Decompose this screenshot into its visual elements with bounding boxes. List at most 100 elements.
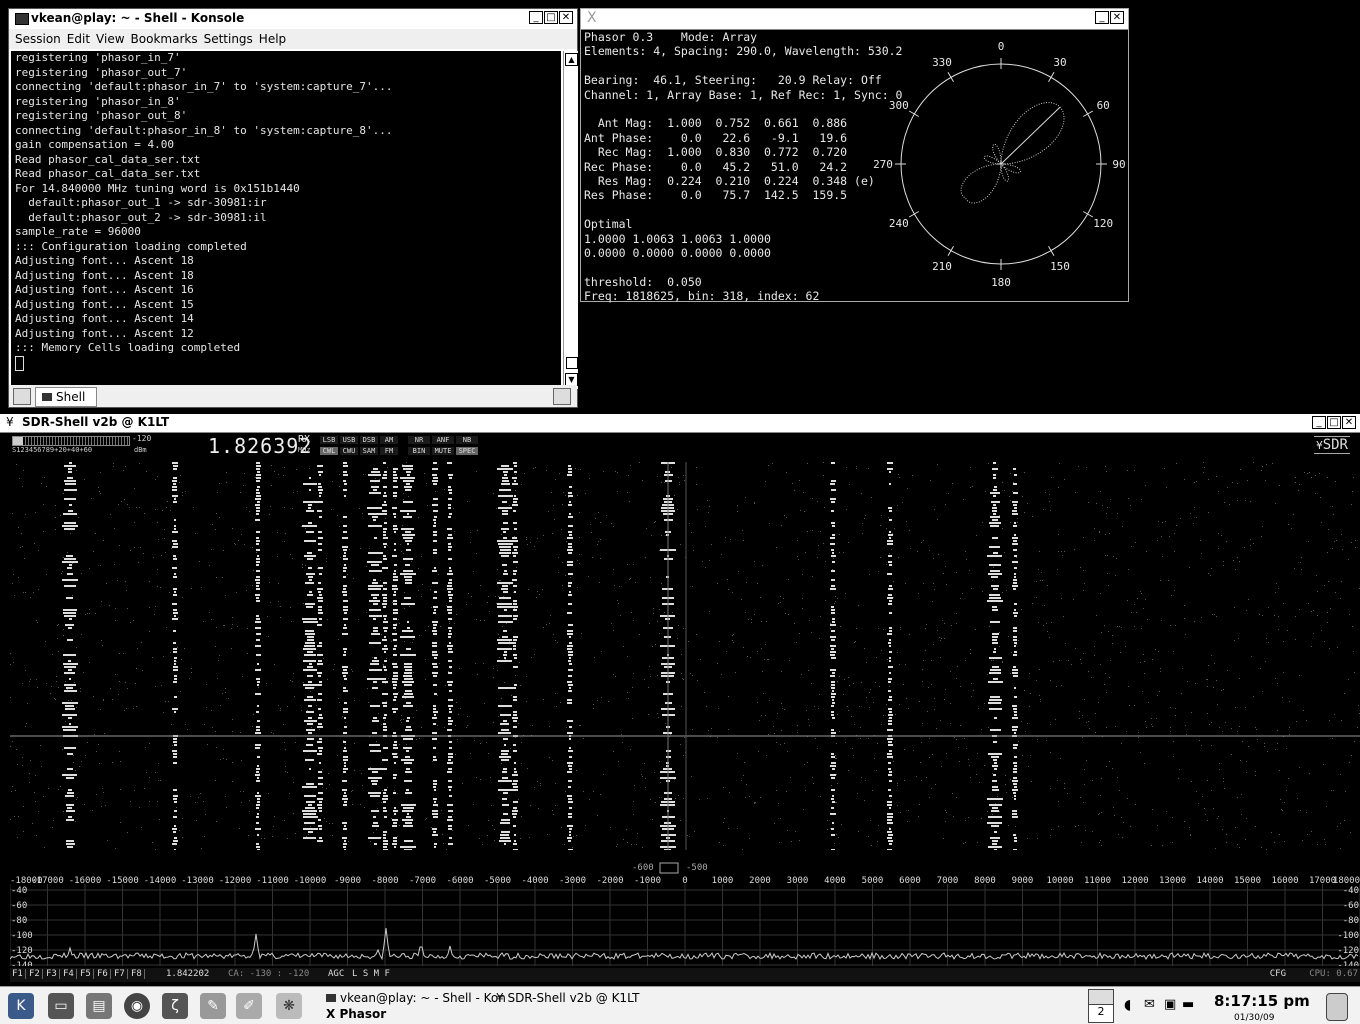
- volume-icon[interactable]: ◖: [1124, 997, 1131, 1013]
- waterfall-signal: [172, 750, 177, 752]
- mode-button-sam[interactable]: SAM: [360, 447, 378, 455]
- terminal-scrollbar[interactable]: ▲ ▼: [563, 51, 578, 389]
- waterfall-noise: [377, 808, 378, 809]
- terminal-icon[interactable]: ▭: [48, 993, 74, 1019]
- waterfall-noise: [1325, 844, 1326, 845]
- mode-button-nb[interactable]: NB: [456, 436, 478, 444]
- waterfall-signal: [406, 726, 411, 728]
- clock-time[interactable]: 8:17:15 pm: [1214, 992, 1310, 1010]
- minimize-button[interactable]: _: [1095, 11, 1109, 24]
- waterfall-noise: [1084, 784, 1085, 785]
- mode-button-usb[interactable]: USB: [340, 436, 358, 444]
- waterfall-noise: [13, 662, 14, 663]
- waterfall-noise: [515, 474, 516, 475]
- minimize-button[interactable]: _: [1312, 416, 1326, 429]
- waterfall-noise: [807, 463, 808, 464]
- menu-help[interactable]: Help: [259, 32, 286, 46]
- function-key-f8[interactable]: F8: [131, 969, 145, 979]
- terminal-output[interactable]: registering 'phasor_in_7' registering 'ph…: [11, 51, 561, 389]
- waterfall-noise: [384, 720, 385, 721]
- tab-shell[interactable]: Shell: [35, 387, 97, 407]
- function-key-f4[interactable]: F4: [63, 969, 77, 979]
- mode-button-cwl[interactable]: CWL: [320, 447, 338, 455]
- tray-apps-icon[interactable]: ❋: [276, 993, 302, 1019]
- minimize-button[interactable]: _: [529, 11, 543, 24]
- waterfall-signal: [500, 549, 511, 551]
- kate-icon[interactable]: ζ: [162, 993, 188, 1019]
- waterfall-noise: [784, 515, 785, 516]
- trash-icon[interactable]: [1326, 993, 1348, 1021]
- waterfall-signal: [1012, 813, 1017, 815]
- printer-icon[interactable]: ▬: [1182, 997, 1194, 1012]
- mode-button-mute[interactable]: MUTE: [432, 447, 454, 455]
- frequency-display[interactable]: 1.826392: [208, 434, 312, 458]
- cfg-button[interactable]: CFG: [1270, 969, 1286, 979]
- waterfall-signal: [503, 813, 508, 815]
- function-key-f2[interactable]: F2: [29, 969, 43, 979]
- sdr-titlebar[interactable]: ¥ SDR-Shell v2b @ K1LT _ □ ✕: [0, 414, 1360, 433]
- function-key-f1[interactable]: F1: [12, 969, 26, 979]
- menu-edit[interactable]: Edit: [67, 32, 90, 46]
- close-button[interactable]: ✕: [1342, 416, 1356, 429]
- mode-button-fm[interactable]: FM: [380, 447, 398, 455]
- waterfall-noise: [895, 714, 896, 715]
- frequency-scale[interactable]: -600 -500: [10, 862, 1360, 874]
- waterfall-noise: [1130, 505, 1131, 506]
- maximize-button[interactable]: □: [544, 11, 558, 24]
- waterfall-display[interactable]: [10, 462, 1360, 850]
- phasor-titlebar[interactable]: X _ ✕: [581, 9, 1128, 30]
- waterfall-signal: [501, 555, 509, 557]
- tool-icon[interactable]: ✐: [236, 993, 262, 1019]
- function-key-f7[interactable]: F7: [114, 969, 128, 979]
- mode-button-nr[interactable]: NR: [408, 436, 430, 444]
- menu-bookmarks[interactable]: Bookmarks: [131, 32, 198, 46]
- menu-settings[interactable]: Settings: [204, 32, 253, 46]
- mode-button-bin[interactable]: BIN: [408, 447, 430, 455]
- kmenu-icon[interactable]: K: [8, 993, 34, 1019]
- editor-icon[interactable]: ✎: [200, 993, 226, 1019]
- waterfall-signal: [319, 828, 322, 830]
- waterfall-noise: [1358, 705, 1359, 706]
- mode-button-spec[interactable]: SPEC: [456, 447, 478, 455]
- mode-button-cwu[interactable]: CWU: [340, 447, 358, 455]
- mode-button-dsb[interactable]: DSB: [360, 436, 378, 444]
- function-key-f3[interactable]: F3: [46, 969, 60, 979]
- scroll-up-icon[interactable]: ▲: [565, 53, 578, 66]
- task-phasor[interactable]: X Phasor: [326, 1007, 386, 1021]
- waterfall-signal: [318, 606, 322, 608]
- clipboard-icon[interactable]: ▣: [1164, 997, 1176, 1012]
- close-button[interactable]: ✕: [559, 11, 573, 24]
- waterfall-noise: [521, 742, 522, 743]
- menu-session[interactable]: Session: [15, 32, 61, 46]
- waterfall-noise: [538, 808, 539, 809]
- close-tab-icon[interactable]: [553, 388, 571, 405]
- desktop-pager[interactable]: 2: [1088, 989, 1114, 1023]
- maximize-button[interactable]: □: [1327, 416, 1341, 429]
- waterfall-noise: [537, 781, 538, 782]
- function-key-f5[interactable]: F5: [80, 969, 94, 979]
- menu-view[interactable]: View: [96, 32, 124, 46]
- browser-icon[interactable]: ◉: [124, 993, 150, 1019]
- function-key-f6[interactable]: F6: [97, 969, 111, 979]
- task-konsole[interactable]: vkean@play: ~ - Shell - Kon: [326, 991, 506, 1005]
- mode-button-lsb[interactable]: LSB: [320, 436, 338, 444]
- waterfall-noise: [920, 762, 921, 763]
- waterfall-noise: [853, 683, 854, 684]
- mode-button-am[interactable]: AM: [380, 436, 398, 444]
- waterfall-noise: [157, 569, 158, 570]
- network-icon[interactable]: ✉: [1144, 997, 1155, 1012]
- konsole-titlebar[interactable]: vkean@play: ~ - Shell - Konsole _ □ ✕: [9, 9, 577, 30]
- close-button[interactable]: ✕: [1110, 11, 1124, 24]
- agc-modes[interactable]: L S M F: [352, 969, 390, 979]
- waterfall-noise: [1010, 673, 1011, 674]
- waterfall-noise: [675, 798, 676, 799]
- file-manager-icon[interactable]: ▤: [86, 993, 112, 1019]
- scroll-thumb[interactable]: [566, 357, 578, 369]
- spectrum-display[interactable]: -18000-17000 -16000 -15000 -14000 -13000 -120…: [10, 874, 1360, 966]
- task-sdr-shell[interactable]: ¥ SDR-Shell v2b @ K1LT: [496, 991, 639, 1005]
- new-tab-icon[interactable]: [13, 388, 31, 405]
- terminal-prompt[interactable]: [11, 355, 561, 376]
- waterfall-noise: [402, 464, 403, 465]
- waterfall-signal: [68, 669, 72, 671]
- mode-button-anf[interactable]: ANF: [432, 436, 454, 444]
